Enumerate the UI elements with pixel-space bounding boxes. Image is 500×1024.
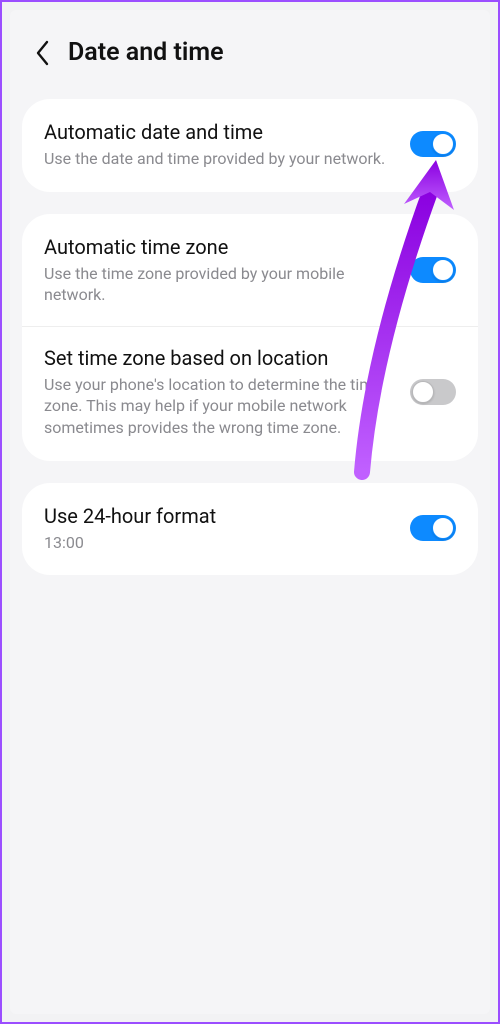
- toggle-auto-time-zone[interactable]: [410, 257, 456, 283]
- back-icon[interactable]: [30, 40, 56, 66]
- row-auto-date-time[interactable]: Automatic date and time Use the date and…: [22, 101, 478, 190]
- setting-title: Automatic time zone: [44, 234, 396, 260]
- setting-desc: 13:00: [44, 532, 396, 554]
- setting-desc: Use the time zone provided by your mobil…: [44, 263, 396, 306]
- card-time-zone: Automatic time zone Use the time zone pr…: [22, 214, 478, 461]
- setting-desc: Use your phone's location to determine t…: [44, 374, 396, 439]
- row-text: Use 24-hour format 13:00: [44, 503, 410, 554]
- row-location-time-zone[interactable]: Set time zone based on location Use your…: [22, 326, 478, 459]
- row-text: Automatic date and time Use the date and…: [44, 119, 410, 170]
- setting-title: Use 24-hour format: [44, 503, 396, 529]
- toggle-location-time-zone[interactable]: [410, 379, 456, 405]
- row-24-hour-format[interactable]: Use 24-hour format 13:00: [22, 485, 478, 574]
- row-auto-time-zone[interactable]: Automatic time zone Use the time zone pr…: [22, 216, 478, 326]
- row-text: Automatic time zone Use the time zone pr…: [44, 234, 410, 306]
- card-auto-date: Automatic date and time Use the date and…: [22, 99, 478, 192]
- toggle-24-hour[interactable]: [410, 515, 456, 541]
- setting-title: Set time zone based on location: [44, 345, 396, 371]
- header: Date and time: [14, 10, 486, 91]
- page-title: Date and time: [68, 38, 224, 67]
- settings-screen: Date and time Automatic date and time Us…: [10, 10, 490, 1014]
- setting-desc: Use the date and time provided by your n…: [44, 148, 396, 170]
- card-24hour: Use 24-hour format 13:00: [22, 483, 478, 576]
- toggle-auto-date-time[interactable]: [410, 131, 456, 157]
- row-text: Set time zone based on location Use your…: [44, 345, 410, 439]
- setting-title: Automatic date and time: [44, 119, 396, 145]
